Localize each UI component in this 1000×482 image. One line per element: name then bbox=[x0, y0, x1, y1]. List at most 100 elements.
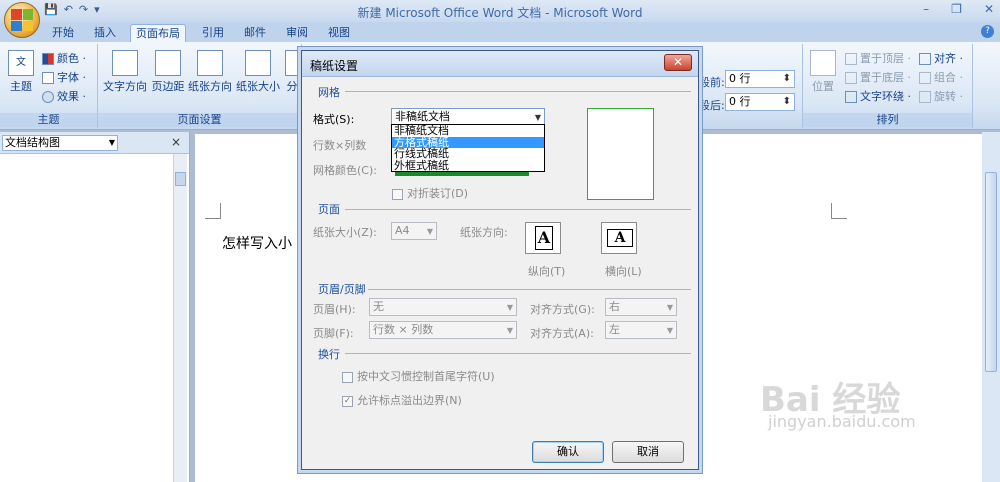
send-back-icon bbox=[845, 72, 857, 84]
dialog-title-bar[interactable]: 稿纸设置 ✕ bbox=[302, 51, 698, 77]
chinese-rule-box bbox=[342, 371, 353, 383]
document-text[interactable]: 怎样写入小 bbox=[222, 233, 292, 253]
minimize-button[interactable]: – bbox=[923, 2, 929, 16]
landscape-label: 横向(L) bbox=[605, 265, 642, 278]
header-align-select[interactable]: 右 bbox=[605, 298, 677, 316]
document-map-select[interactable]: 文档结构图 bbox=[2, 135, 118, 151]
footer-align-select[interactable]: 左 bbox=[605, 321, 677, 339]
pane-scrollbar[interactable] bbox=[173, 154, 187, 482]
wrap-divider bbox=[345, 353, 691, 354]
group-icon bbox=[919, 72, 931, 84]
window-controls: – ❐ ✕ bbox=[923, 2, 994, 16]
spacing-after-label: 段后: bbox=[699, 99, 725, 112]
help-icon[interactable]: ? bbox=[981, 25, 994, 38]
colors-button[interactable]: 颜色 · bbox=[42, 50, 86, 66]
margins-icon bbox=[155, 50, 181, 76]
grid-color-swatch bbox=[395, 172, 529, 176]
tab-review[interactable]: 审阅 bbox=[282, 24, 312, 42]
colors-icon bbox=[42, 53, 54, 65]
fold-binding-box bbox=[392, 188, 403, 200]
portrait-label: 纵向(T) bbox=[528, 265, 566, 278]
baidu-watermark-url: jingyan.baidu.com bbox=[768, 412, 916, 431]
close-window-button[interactable]: ✕ bbox=[984, 2, 994, 16]
office-button[interactable] bbox=[4, 2, 40, 38]
document-scrollbar[interactable] bbox=[982, 132, 1000, 482]
document-scroll-thumb[interactable] bbox=[985, 172, 997, 372]
cancel-button[interactable]: 取消 bbox=[612, 441, 684, 463]
tab-view[interactable]: 视图 bbox=[324, 24, 354, 42]
header-footer-divider bbox=[368, 289, 691, 290]
themes-button[interactable]: 文 主题 bbox=[6, 50, 36, 94]
tab-mailings[interactable]: 邮件 bbox=[240, 24, 270, 42]
format-option-lined[interactable]: 行线式稿纸 bbox=[392, 148, 544, 160]
text-direction-button[interactable]: 文字方向 bbox=[102, 50, 148, 94]
size-button[interactable]: 纸张大小 bbox=[235, 50, 281, 94]
text-direction-icon bbox=[112, 50, 138, 76]
paragraph-spacing-group: 段前: 0 行 段后: 0 行 bbox=[699, 44, 803, 128]
pane-scroll-thumb[interactable] bbox=[175, 172, 186, 186]
format-label: 格式(S): bbox=[313, 113, 355, 126]
arrange-group: 位置 置于顶层 · 置于底层 · 文字环绕 · 对齐 · 组合 · 旋转 · 排… bbox=[803, 44, 973, 128]
margins-button[interactable]: 页边距 bbox=[150, 50, 186, 94]
columns-button[interactable]: 分 bbox=[284, 50, 300, 94]
fold-binding-checkbox[interactable]: 对折装订(D) bbox=[392, 185, 468, 201]
rotate-icon bbox=[919, 91, 931, 103]
send-back-button[interactable]: 置于底层 · bbox=[845, 69, 911, 85]
orientation-button[interactable]: 纸张方向 bbox=[187, 50, 233, 94]
position-button[interactable]: 位置 bbox=[809, 50, 837, 94]
header-footer-section-label: 页眉/页脚 bbox=[318, 283, 366, 296]
spacing-after-input[interactable]: 0 行 bbox=[725, 93, 795, 111]
dialog-close-button[interactable]: ✕ bbox=[664, 54, 692, 71]
ok-button[interactable]: 确认 bbox=[532, 441, 604, 463]
format-option-frame[interactable]: 外框式稿纸 bbox=[392, 160, 544, 172]
align-button[interactable]: 对齐 · bbox=[919, 50, 963, 66]
grid-divider bbox=[345, 91, 691, 92]
fonts-icon bbox=[42, 72, 54, 84]
spacing-before-label: 段前: bbox=[699, 76, 725, 89]
rotate-button[interactable]: 旋转 · bbox=[919, 88, 963, 104]
punctuation-check-icon: ✓ bbox=[342, 395, 353, 407]
header-select[interactable]: 无 bbox=[369, 298, 517, 316]
chinese-rule-checkbox[interactable]: 按中文习惯控制首尾字符(U) bbox=[342, 368, 495, 384]
spacing-before-input[interactable]: 0 行 bbox=[725, 70, 795, 88]
tab-references[interactable]: 引用 bbox=[198, 24, 228, 42]
close-pane-icon[interactable]: × bbox=[171, 135, 181, 149]
landscape-button[interactable]: A bbox=[601, 222, 637, 254]
tab-page-layout[interactable]: 页面布局 bbox=[130, 24, 186, 42]
window-title: 新建 Microsoft Office Word 文档 - Microsoft … bbox=[357, 6, 643, 20]
grid-preview bbox=[587, 108, 654, 200]
bring-front-button[interactable]: 置于顶层 · bbox=[845, 50, 911, 66]
paper-size-select[interactable]: A4 bbox=[391, 222, 437, 240]
format-option-none[interactable]: 非稿纸文档 bbox=[392, 125, 544, 137]
size-icon bbox=[245, 50, 271, 76]
orientation-icon bbox=[197, 50, 223, 76]
title-bar: 💾 ↶ ↷ ▾ 新建 Microsoft Office Word 文档 - Mi… bbox=[0, 0, 1000, 22]
effects-icon bbox=[42, 91, 54, 103]
dialog-title: 稿纸设置 bbox=[310, 59, 359, 73]
page-section-label: 页面 bbox=[318, 203, 340, 216]
page-setup-group-label: 页面设置 bbox=[98, 113, 301, 127]
tab-home[interactable]: 开始 bbox=[48, 24, 78, 42]
bring-front-icon bbox=[845, 53, 857, 65]
footer-select[interactable]: 行数 × 列数 bbox=[369, 321, 517, 339]
paper-size-label: 纸张大小(Z): bbox=[313, 226, 377, 239]
columns-icon bbox=[285, 50, 299, 76]
restore-button[interactable]: ❐ bbox=[951, 2, 962, 16]
effects-button[interactable]: 效果 · bbox=[42, 88, 86, 104]
landscape-icon: A bbox=[607, 229, 633, 247]
align-icon bbox=[919, 53, 931, 65]
text-wrap-button[interactable]: 文字环绕 · bbox=[845, 88, 911, 104]
ribbon-tabs: 开始 插入 页面布局 引用 邮件 审阅 视图 ? bbox=[0, 22, 1000, 42]
position-icon bbox=[810, 50, 836, 76]
fonts-button[interactable]: 字体 · bbox=[42, 69, 86, 85]
header-align-label: 对齐方式(G): bbox=[530, 303, 595, 316]
document-map-pane: 文档结构图 × bbox=[0, 132, 190, 482]
crop-mark-right bbox=[831, 203, 847, 219]
group-button[interactable]: 组合 · bbox=[919, 69, 963, 85]
punctuation-checkbox[interactable]: ✓ 允许标点溢出边界(N) bbox=[342, 392, 462, 408]
header-label: 页眉(H): bbox=[313, 303, 356, 316]
tab-insert[interactable]: 插入 bbox=[90, 24, 120, 42]
grid-section-label: 网格 bbox=[318, 86, 340, 99]
portrait-button[interactable]: A bbox=[525, 222, 561, 254]
page-divider bbox=[345, 209, 691, 210]
